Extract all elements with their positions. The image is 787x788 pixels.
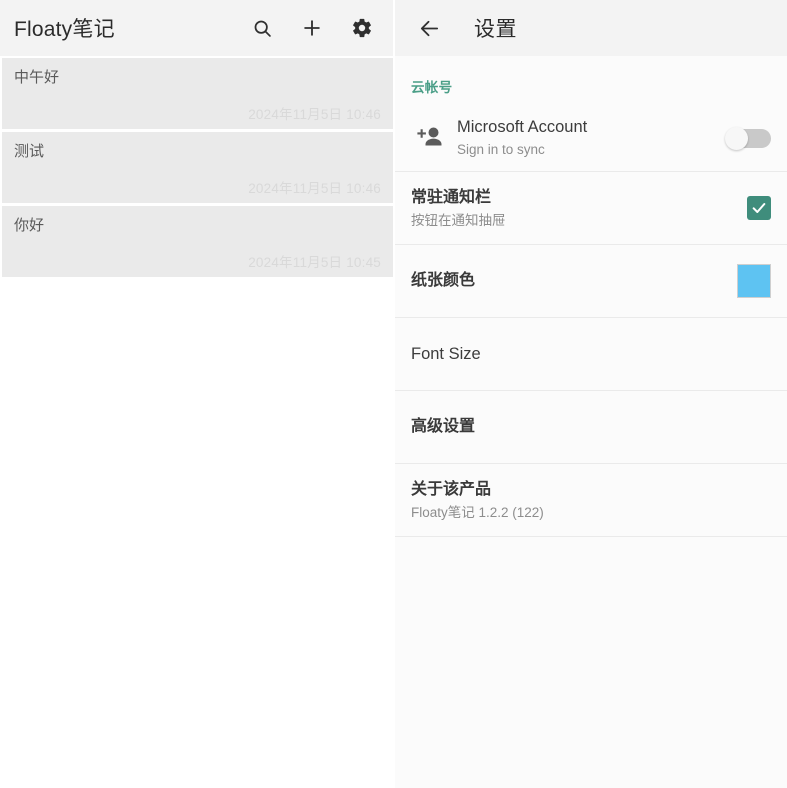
section-header-cloud-account: 云帐号: [411, 80, 453, 95]
settings-row-text: 关于该产品 Floaty笔记 1.2.2 (122): [411, 479, 771, 522]
settings-row-title: Microsoft Account: [457, 118, 588, 136]
settings-row-title: Font Size: [411, 345, 481, 363]
note-list-item[interactable]: 你好 2024年11月5日 10:45: [2, 206, 393, 277]
note-title: 中午好: [14, 69, 60, 86]
search-icon[interactable]: [247, 13, 277, 43]
settings-row-subtitle: 按钮在通知抽屉: [411, 212, 506, 228]
settings-row-paper-color[interactable]: 纸张颜色: [395, 245, 787, 318]
settings-row-text: Microsoft Account Sign in to sync: [457, 116, 713, 159]
note-list-item[interactable]: 中午好 2024年11月5日 10:46: [2, 58, 393, 129]
settings-row-title: 常驻通知栏: [411, 188, 492, 206]
settings-row-persistent-notification[interactable]: 常驻通知栏 按钮在通知抽屉: [395, 172, 787, 245]
note-list: 中午好 2024年11月5日 10:46 测试 2024年11月5日 10:46…: [0, 56, 393, 277]
arrow-left-icon[interactable]: [413, 12, 445, 44]
note-list-item[interactable]: 测试 2024年11月5日 10:46: [2, 132, 393, 203]
sync-toggle[interactable]: [725, 126, 771, 150]
settings-row-text: 常驻通知栏 按钮在通知抽屉: [411, 187, 735, 230]
settings-row-text: 高级设置: [411, 416, 771, 438]
note-timestamp: 2024年11月5日 10:46: [248, 107, 381, 122]
persistent-notification-checkbox[interactable]: [747, 196, 771, 220]
app-version-label: Floaty笔记 1.2.2 (122): [411, 504, 544, 520]
settings-row-control: [725, 126, 771, 150]
settings-row-text: Font Size: [411, 343, 771, 365]
paper-color-swatch[interactable]: [737, 264, 771, 298]
add-icon[interactable]: [297, 13, 327, 43]
settings-row-text: 纸张颜色: [411, 270, 725, 292]
settings-row-advanced-settings[interactable]: 高级设置: [395, 391, 787, 464]
note-title: 你好: [14, 217, 45, 234]
app-title: Floaty笔记: [14, 18, 115, 41]
settings-row-subtitle: Sign in to sync: [457, 142, 545, 157]
note-timestamp: 2024年11月5日 10:46: [248, 181, 381, 196]
notes-appbar: Floaty笔记: [0, 0, 393, 56]
app-root: Floaty笔记 中午好 2024年11月5日 10:46 测试 2024年11…: [0, 0, 787, 788]
toggle-thumb: [725, 126, 748, 150]
settings-row-title: 关于该产品: [411, 480, 492, 498]
settings-appbar: 设置: [395, 0, 787, 56]
person-add-icon: [403, 125, 457, 151]
settings-title: 设置: [474, 18, 517, 41]
note-title: 测试: [14, 143, 45, 160]
settings-row-title: 纸张颜色: [411, 272, 476, 289]
settings-row-title: 高级设置: [411, 418, 476, 435]
settings-pane: 设置 云帐号 Microsoft Account Sign in to sync: [393, 0, 787, 788]
settings-row-microsoft-account[interactable]: Microsoft Account Sign in to sync: [395, 104, 787, 172]
gear-icon[interactable]: [347, 13, 377, 43]
settings-row-control: [737, 264, 771, 298]
settings-row-font-size[interactable]: Font Size: [395, 318, 787, 391]
settings-row-about[interactable]: 关于该产品 Floaty笔记 1.2.2 (122): [395, 464, 787, 537]
notes-pane: Floaty笔记 中午好 2024年11月5日 10:46 测试 2024年11…: [0, 0, 393, 788]
note-timestamp: 2024年11月5日 10:45: [248, 255, 381, 270]
settings-row-control: [747, 196, 771, 220]
settings-list: 云帐号 Microsoft Account Sign in to sync 常驻…: [395, 56, 787, 537]
notes-appbar-actions: [247, 13, 377, 43]
